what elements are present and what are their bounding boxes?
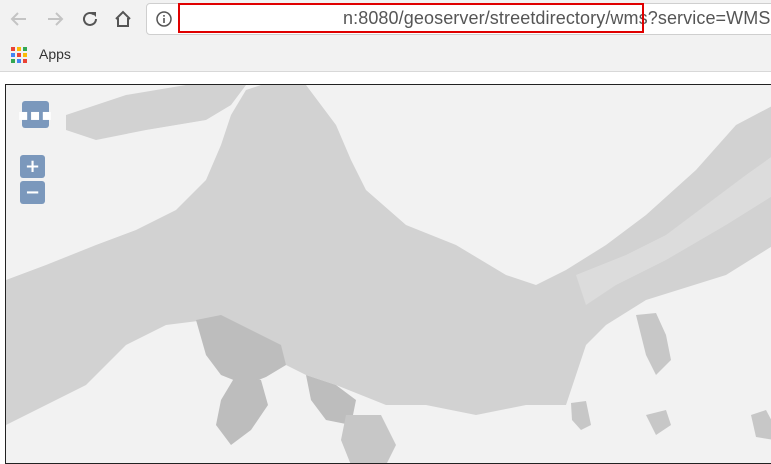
zoom-in-button[interactable]: + xyxy=(20,155,45,178)
layer-switcher-button[interactable]: ▪▪▪ xyxy=(18,101,52,128)
reload-button[interactable] xyxy=(77,6,103,32)
bookmarks-bar: Apps xyxy=(0,38,771,72)
info-icon[interactable] xyxy=(156,11,172,27)
url-highlight-box xyxy=(178,3,644,33)
forward-arrow-icon xyxy=(48,12,64,26)
forward-button[interactable] xyxy=(42,6,68,32)
back-button[interactable] xyxy=(6,6,32,32)
map-tiles xyxy=(6,85,771,463)
back-arrow-icon xyxy=(10,12,26,26)
zoom-out-button[interactable]: − xyxy=(20,181,45,204)
reload-icon xyxy=(83,11,97,26)
apps-grid-icon[interactable] xyxy=(11,47,28,64)
browser-toolbar: n:8080/geoserver/streetdirectory/wms?ser… xyxy=(0,0,771,38)
apps-bookmark[interactable]: Apps xyxy=(39,46,71,62)
map-viewport[interactable]: ▪▪▪ + − xyxy=(5,84,771,464)
home-icon xyxy=(115,10,131,27)
home-button[interactable] xyxy=(110,6,136,32)
